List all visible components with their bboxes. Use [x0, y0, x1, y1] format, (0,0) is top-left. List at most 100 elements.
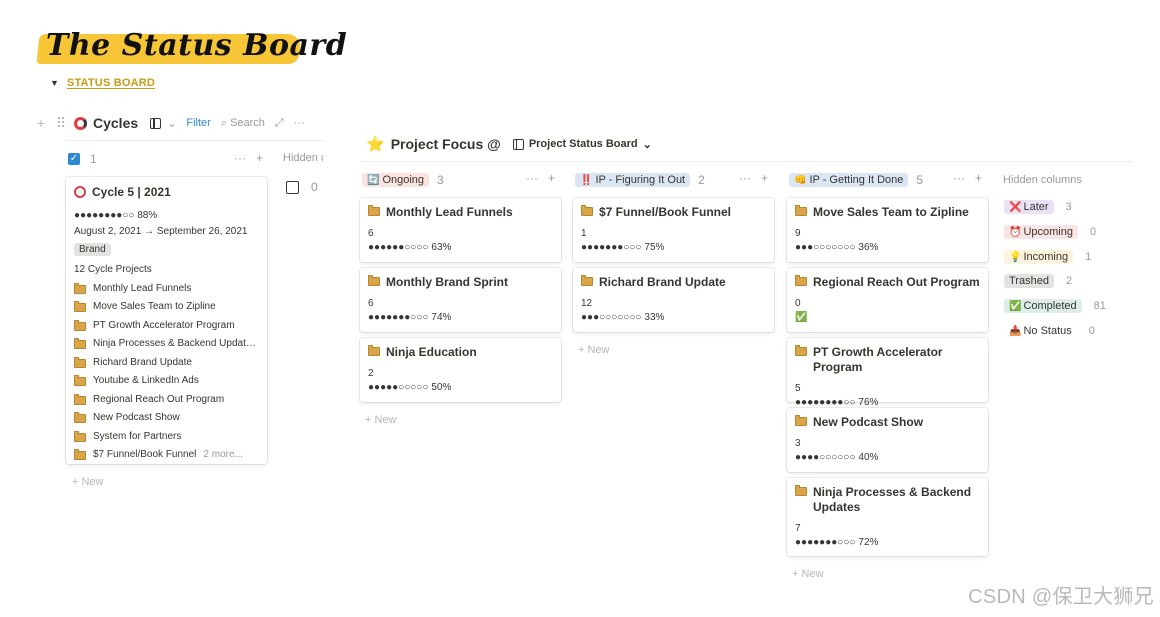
- search-label: Search: [230, 116, 265, 129]
- cycle-project-item[interactable]: System for Partners: [74, 427, 259, 446]
- project-card-title-row: Regional Reach Out Program: [795, 275, 980, 290]
- project-card-title: New Podcast Show: [813, 415, 924, 429]
- view-selector[interactable]: Project Status Board ⌄: [512, 138, 652, 151]
- folder-icon: [581, 205, 593, 216]
- cycle-card[interactable]: Cycle 5 | 2021 ●●●●●●●●○○ 88% August 2, …: [66, 177, 267, 464]
- new-label: New: [374, 414, 397, 426]
- cycle-project-label: Youtube & LinkedIn Ads: [93, 375, 199, 387]
- cycle-project-item[interactable]: Monthly Lead Funnels: [74, 279, 259, 298]
- add-icon[interactable]: +: [256, 151, 263, 165]
- more-icon[interactable]: ···: [526, 171, 538, 185]
- cycle-project-item[interactable]: Regional Reach Out Program: [74, 390, 259, 409]
- project-card-title: Ninja Education: [386, 345, 477, 359]
- progress-dots: ●●●●●●●●○○: [74, 210, 135, 221]
- folder-icon: [74, 449, 86, 461]
- more-projects-label[interactable]: 2 more...: [203, 449, 242, 460]
- add-icon[interactable]: +: [761, 171, 768, 185]
- project-focus-title[interactable]: Project Focus @: [391, 136, 501, 152]
- cycle-project-item[interactable]: New Podcast Show: [74, 409, 259, 428]
- project-card[interactable]: $7 Funnel/Book Funnel 1 ●●●●●●●○○○ 75%: [573, 198, 774, 262]
- expand-icon[interactable]: ⤢: [275, 117, 284, 130]
- progress-pct: 33%: [644, 312, 665, 323]
- folder-icon: [795, 275, 807, 286]
- drag-handle-icon[interactable]: ⠿: [54, 115, 68, 132]
- project-card[interactable]: Move Sales Team to Zipline 9 ●●●○○○○○○○ 36%: [787, 198, 988, 262]
- status-board-link[interactable]: STATUS BOARD: [67, 77, 155, 89]
- add-icon[interactable]: +: [548, 171, 555, 185]
- status-board-toggle[interactable]: ▼ STATUS BOARD: [50, 77, 155, 89]
- hidden-column-count: 3: [1065, 201, 1072, 214]
- cycle-project-item[interactable]: $7 Funnel/Book Funnel 2 more...: [74, 446, 259, 465]
- more-icon[interactable]: ···: [294, 117, 305, 129]
- column-new-button[interactable]: + New: [792, 568, 824, 580]
- board-view-icon[interactable]: [150, 117, 162, 129]
- project-card[interactable]: New Podcast Show 3 ●●●●○○○○○○ 40%: [787, 408, 988, 472]
- hidden-column-count: 1: [1085, 250, 1092, 263]
- cycle-project-item[interactable]: Move Sales Team to Zipline: [74, 298, 259, 317]
- cycles-title[interactable]: Cycles: [93, 115, 138, 131]
- hidden-column-tag: ❌ Later: [1004, 200, 1054, 215]
- cycles-new-button[interactable]: + New: [72, 476, 104, 488]
- project-card-number: 7: [795, 523, 801, 534]
- project-card-title-row: New Podcast Show: [795, 415, 980, 430]
- hidden-column-item[interactable]: ⏰ Upcoming 0: [1004, 220, 1154, 245]
- project-card[interactable]: Monthly Lead Funnels 6 ●●●●●●○○○○ 63%: [360, 198, 561, 262]
- progress-pct: 36%: [858, 242, 879, 253]
- hidden-column-emoji-icon: ⏰: [1009, 227, 1022, 239]
- folder-icon: [795, 345, 807, 356]
- folder-icon: [368, 205, 380, 216]
- hidden-groups-label[interactable]: Hidden c: [283, 152, 323, 164]
- project-card[interactable]: Richard Brand Update 12 ●●●○○○○○○○ 33%: [573, 268, 774, 332]
- more-icon[interactable]: ···: [234, 151, 246, 165]
- cycle-project-item[interactable]: Ninja Processes & Backend Updat…: [74, 335, 259, 354]
- column-tag: ‼️ IP - Figuring It Out: [575, 173, 691, 187]
- add-icon[interactable]: +: [975, 171, 982, 185]
- project-card[interactable]: Ninja Education 2 ●●●●●○○○○○ 50%: [360, 338, 561, 402]
- hidden-column-item[interactable]: ✅ Completed 81: [1004, 294, 1154, 319]
- project-card[interactable]: Regional Reach Out Program 0 ✅: [787, 268, 988, 332]
- hidden-column-item[interactable]: Trashed 2: [1004, 269, 1154, 294]
- search-button[interactable]: ⌕ Search: [221, 117, 265, 130]
- watermark: CSDN @保卫大狮兄: [968, 586, 1154, 608]
- cycle-tag: Brand: [74, 243, 111, 256]
- column-header[interactable]: 🔄 Ongoing 3: [362, 171, 444, 189]
- column-count: 5: [916, 173, 924, 187]
- project-card[interactable]: PT Growth Accelerator Program 5 ●●●●●●●●○○…: [787, 338, 988, 408]
- chevron-down-icon[interactable]: ⌄: [167, 117, 176, 130]
- cycle-project-label: Move Sales Team to Zipline: [93, 301, 216, 313]
- more-icon[interactable]: ···: [953, 171, 965, 185]
- hidden-column-item[interactable]: 📥 No Status 0: [1004, 318, 1154, 343]
- project-card[interactable]: Monthly Brand Sprint 6 ●●●●●●●○○○ 74%: [360, 268, 561, 332]
- hidden-column-count: 0: [1089, 226, 1097, 239]
- progress-pct: 74%: [431, 312, 452, 323]
- project-card[interactable]: Ninja Processes & Backend Updates 7 ●●●●●●…: [787, 478, 988, 556]
- cycles-divider: [66, 140, 324, 141]
- column-new-button[interactable]: + New: [365, 414, 397, 426]
- cycle-project-label: Richard Brand Update: [93, 356, 192, 368]
- more-icon[interactable]: ···: [739, 171, 751, 185]
- checkbox-empty-icon[interactable]: [286, 180, 299, 194]
- cycle-project-item[interactable]: Youtube & LinkedIn Ads: [74, 372, 259, 391]
- hidden-column-item[interactable]: ❌ Later 3: [1004, 195, 1154, 220]
- project-card-progress: ●●●○○○○○○○ 36%: [795, 242, 980, 253]
- folder-icon: [74, 282, 86, 294]
- checkbox-checked-icon[interactable]: ✓: [68, 153, 80, 165]
- progress-dots: ●●●●●●●○○○: [795, 537, 856, 548]
- hidden-column-tag: 📥 No Status: [1004, 324, 1077, 338]
- folder-icon: [795, 205, 807, 216]
- hidden-column-tag: ⏰ Upcoming: [1004, 225, 1078, 240]
- column-tag: 👊 IP - Getting It Done: [789, 173, 909, 187]
- add-block-icon[interactable]: +: [34, 115, 48, 131]
- folder-icon: [74, 338, 86, 350]
- hidden-column-tag: 💡 Incoming: [1004, 249, 1074, 264]
- column-header[interactable]: 👊 IP - Getting It Done 5: [789, 171, 923, 189]
- progress-pct: 76%: [858, 397, 879, 408]
- column-new-button[interactable]: + New: [578, 344, 610, 356]
- cycle-date-range: August 2, 2021 → September 26, 2021: [74, 226, 248, 237]
- hidden-column-item[interactable]: 💡 Incoming 1: [1004, 244, 1154, 269]
- column-header[interactable]: ‼️ IP - Figuring It Out 2: [575, 171, 705, 189]
- cycle-project-item[interactable]: Richard Brand Update: [74, 353, 259, 372]
- folder-icon: [74, 430, 86, 442]
- filter-button[interactable]: Filter: [186, 117, 210, 129]
- cycle-project-item[interactable]: PT Growth Accelerator Program: [74, 316, 259, 335]
